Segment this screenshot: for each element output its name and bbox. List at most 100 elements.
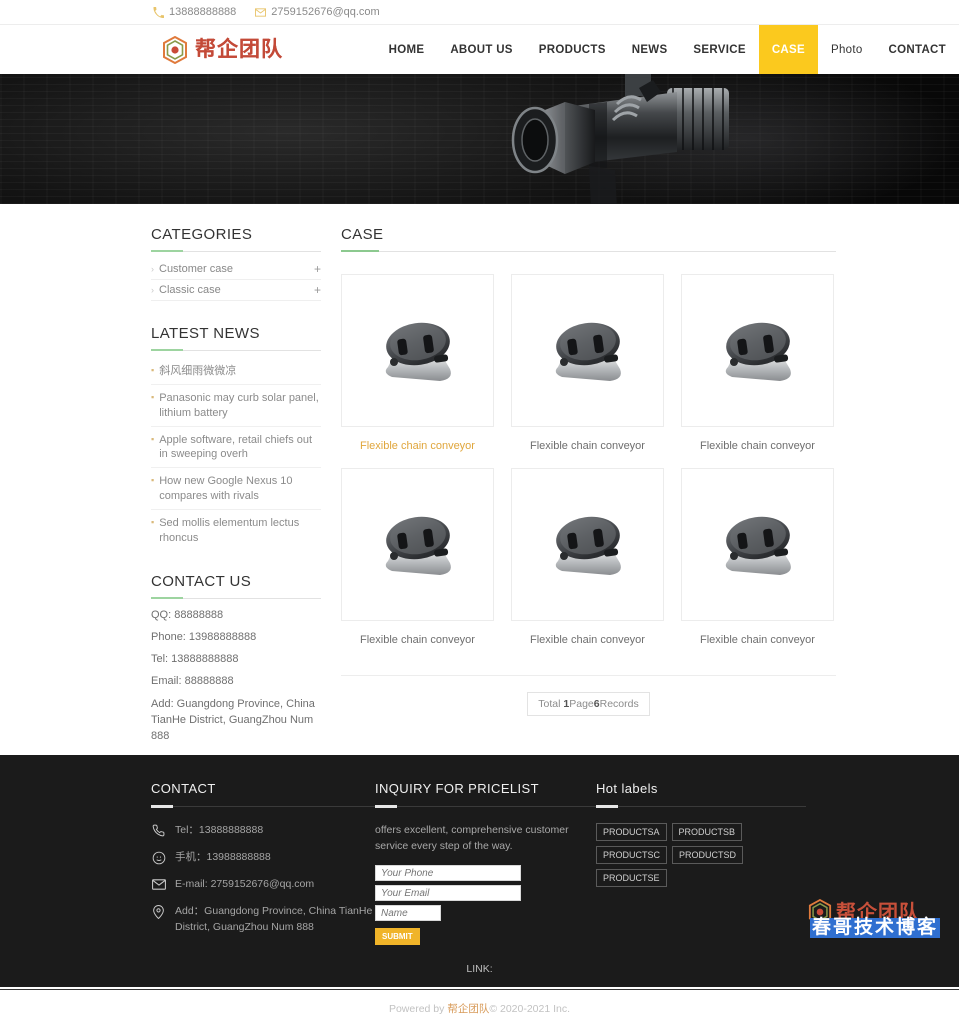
powered-prefix: Powered by <box>388 1002 448 1015</box>
contact-us-title: CONTACT US <box>151 572 252 590</box>
phone-icon <box>151 823 166 838</box>
latest-news-title: LATEST NEWS <box>151 325 260 342</box>
case-caption[interactable]: Flexible chain conveyor <box>681 634 834 646</box>
news-label: Sed mollis elementum lectus rhoncus <box>159 516 300 544</box>
label-chip[interactable]: PRODUCTSC <box>596 845 668 864</box>
contact-address: Add: Guangdong Province, China TianHe Di… <box>151 697 315 742</box>
label-chip[interactable]: PRODUCTSA <box>596 822 667 841</box>
news-label: Panasonic may curb solar panel, lithium … <box>159 391 319 419</box>
categories-list: › Customer case + › Classic case + <box>151 259 321 301</box>
case-thumbnail[interactable] <box>511 274 664 427</box>
expand-plus-icon[interactable]: + <box>314 262 321 276</box>
nav-item-products[interactable]: PRODUCTS <box>526 25 619 74</box>
pager-prefix: Total <box>538 698 564 710</box>
sidebar-item-customer-case[interactable]: › Customer case + <box>151 259 321 280</box>
topbar-email[interactable]: 2759152676@qq.com <box>254 6 380 18</box>
bullet-icon: ▪ <box>151 475 155 486</box>
case-thumbnail[interactable] <box>511 468 664 621</box>
case-thumbnail[interactable] <box>681 468 834 621</box>
label-chip[interactable]: PRODUCTSB <box>671 822 743 841</box>
envelope-icon <box>151 877 166 892</box>
contact-email: Email: 88888888 <box>151 674 234 687</box>
sidebar: CATEGORIES › Customer case + › Classic c… <box>151 204 321 755</box>
nav-item-home[interactable]: HOME <box>376 25 438 74</box>
bullet-icon: ▪ <box>151 365 155 375</box>
case-thumbnail[interactable] <box>341 274 494 427</box>
case-caption[interactable]: Flexible chain conveyor <box>681 440 834 452</box>
nav-item-case[interactable]: CASE <box>758 25 818 74</box>
latest-news-list: ▪ 斜风细雨微微凉 ▪ Panasonic may curb solar pan… <box>151 358 321 551</box>
name-input[interactable] <box>375 905 441 922</box>
powered-brand[interactable]: 帮企团队 <box>447 1003 489 1015</box>
pagination: Total 1Page6Records <box>341 692 836 740</box>
pager-suffix: Records <box>599 698 639 710</box>
submit-button[interactable]: SUBMIT <box>375 928 420 946</box>
nav-item-news[interactable]: NEWS <box>619 25 681 74</box>
envelope-icon <box>254 6 266 18</box>
hot-labels-list: PRODUCTSA PRODUCTSB PRODUCTSC PRODUCTSD … <box>596 822 796 887</box>
bullet-icon: ▪ <box>151 516 155 527</box>
case-grid: Flexible chain conveyor Flexible chain c… <box>341 274 836 646</box>
case-thumbnail[interactable] <box>681 274 834 427</box>
pager-mid: Page <box>569 698 594 710</box>
case-card[interactable]: Flexible chain conveyor <box>341 468 494 646</box>
footer-email-text: E-mail: 2759152676@qq.com <box>175 878 315 891</box>
list-item[interactable]: ▪ 斜风细雨微微凉 <box>151 358 321 385</box>
case-section: CASE Flexible chain conveyor Flexible ch… <box>341 204 836 755</box>
bullet-icon: ▪ <box>151 433 155 444</box>
footer-inquiry-column: INQUIRY FOR PRICELIST offers excellent, … <box>375 781 596 947</box>
hero-valve-image <box>439 74 799 204</box>
logo[interactable]: 帮企团队 <box>0 25 376 74</box>
categories-title: CATEGORIES <box>151 226 253 243</box>
footer-tel: Tel：13888888888 <box>151 823 375 838</box>
main-nav: HOME ABOUT US PRODUCTS NEWS SERVICE CASE… <box>376 25 959 74</box>
pagination-summary[interactable]: Total 1Page6Records <box>527 692 650 716</box>
nav-item-photo[interactable]: Photo <box>818 25 876 74</box>
phone-icon <box>152 6 164 18</box>
expand-plus-icon[interactable]: + <box>314 283 321 297</box>
footer-inquiry-description: offers excellent, comprehensive customer… <box>375 823 569 852</box>
case-caption[interactable]: Flexible chain conveyor <box>511 440 664 452</box>
phone-input[interactable] <box>375 865 521 882</box>
footer-email: E-mail: 2759152676@qq.com <box>151 877 375 892</box>
case-caption[interactable]: Flexible chain conveyor <box>341 634 494 646</box>
friendly-link-row: LINK: <box>466 962 493 975</box>
case-card[interactable]: Flexible chain conveyor <box>511 274 664 452</box>
hexagon-logo-icon <box>162 35 188 64</box>
news-label: Apple software, retail chiefs out in swe… <box>159 433 313 461</box>
list-item[interactable]: ▪ Sed mollis elementum lectus rhoncus <box>151 510 321 551</box>
news-label: How new Google Nexus 10 compares with ri… <box>159 475 293 503</box>
label-chip[interactable]: PRODUCTSE <box>596 868 667 887</box>
footer-inquiry-divider <box>375 804 596 808</box>
case-card[interactable]: Flexible chain conveyor <box>681 468 834 646</box>
case-card[interactable]: Flexible chain conveyor <box>681 274 834 452</box>
label-chip[interactable]: PRODUCTSD <box>672 845 744 864</box>
email-input[interactable] <box>375 885 521 902</box>
case-caption[interactable]: Flexible chain conveyor <box>511 634 664 646</box>
topbar-phone-text: 13888888888 <box>169 6 237 18</box>
top-contact-bar: 13888888888 2759152676@qq.com <box>0 0 959 25</box>
nav-item-about-us[interactable]: ABOUT US <box>437 25 525 74</box>
sidebar-item-classic-case[interactable]: › Classic case + <box>151 280 321 301</box>
list-item[interactable]: ▪ How new Google Nexus 10 compares with … <box>151 468 321 510</box>
case-divider <box>341 250 836 252</box>
list-item[interactable]: ▪ Apple software, retail chiefs out in s… <box>151 427 321 469</box>
case-caption[interactable]: Flexible chain conveyor <box>341 440 494 452</box>
case-card[interactable]: Flexible chain conveyor <box>341 274 494 452</box>
main-content: CATEGORIES › Customer case + › Classic c… <box>0 204 959 755</box>
nav-item-service[interactable]: SERVICE <box>680 25 758 74</box>
topbar-phone[interactable]: 13888888888 <box>152 6 236 18</box>
chevron-right-icon: › <box>151 285 154 295</box>
powered-suffix: © 2020-2021 Inc. <box>489 1002 571 1015</box>
page-title: CASE <box>341 226 384 243</box>
footer-columns: CONTACT Tel：13888888888 手机：13988888888 E… <box>0 781 959 947</box>
topbar-email-text: 2759152676@qq.com <box>271 6 380 18</box>
case-thumbnail[interactable] <box>341 468 494 621</box>
contact-us-divider <box>151 596 321 599</box>
case-card[interactable]: Flexible chain conveyor <box>511 468 664 646</box>
site-footer: CONTACT Tel：13888888888 手机：13988888888 E… <box>0 754 959 1015</box>
nav-item-contact[interactable]: CONTACT <box>876 25 959 74</box>
location-pin-icon <box>151 904 166 919</box>
latest-news-divider <box>151 349 321 351</box>
list-item[interactable]: ▪ Panasonic may curb solar panel, lithiu… <box>151 385 321 427</box>
